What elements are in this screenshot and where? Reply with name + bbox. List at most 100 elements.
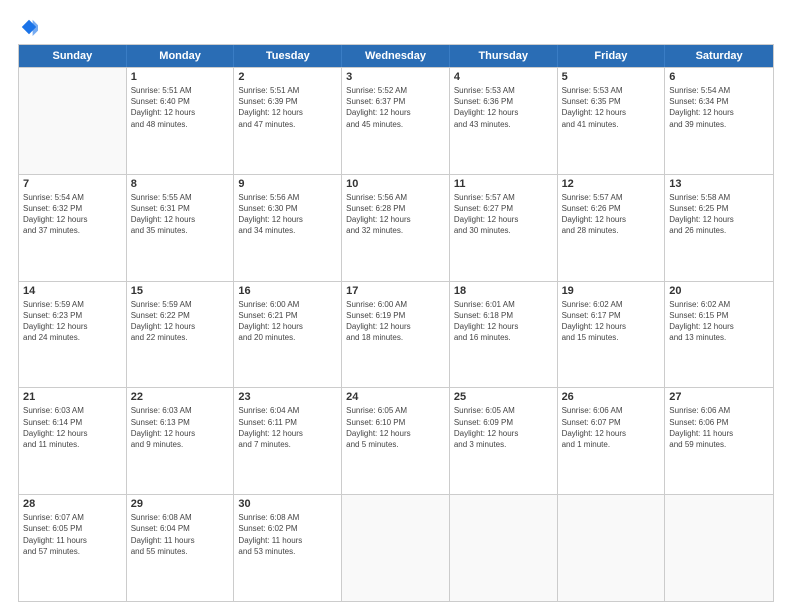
cell-info-line: Daylight: 12 hours <box>454 214 553 225</box>
cell-info-line: Sunset: 6:04 PM <box>131 523 230 534</box>
cell-info-line: and 16 minutes. <box>454 332 553 343</box>
calendar-cell: 24Sunrise: 6:05 AMSunset: 6:10 PMDayligh… <box>342 388 450 494</box>
cell-info-line: Sunrise: 5:54 AM <box>669 85 769 96</box>
cell-info-line: Daylight: 12 hours <box>562 214 661 225</box>
calendar-cell: 18Sunrise: 6:01 AMSunset: 6:18 PMDayligh… <box>450 282 558 388</box>
cell-info-line: and 18 minutes. <box>346 332 445 343</box>
cell-info-line: and 57 minutes. <box>23 546 122 557</box>
cell-info-line: Sunrise: 5:57 AM <box>454 192 553 203</box>
calendar-cell: 6Sunrise: 5:54 AMSunset: 6:34 PMDaylight… <box>665 68 773 174</box>
cell-info-line: Daylight: 12 hours <box>23 214 122 225</box>
day-number: 9 <box>238 178 337 190</box>
day-number: 10 <box>346 178 445 190</box>
calendar-cell: 17Sunrise: 6:00 AMSunset: 6:19 PMDayligh… <box>342 282 450 388</box>
cell-info-line: Daylight: 12 hours <box>238 107 337 118</box>
calendar-cell <box>558 495 666 601</box>
cell-info-line: Sunrise: 6:07 AM <box>23 512 122 523</box>
cell-info-line: Sunrise: 5:58 AM <box>669 192 769 203</box>
cell-info-line: and 48 minutes. <box>131 119 230 130</box>
cell-info-line: Sunrise: 5:57 AM <box>562 192 661 203</box>
cell-info-line: Sunset: 6:32 PM <box>23 203 122 214</box>
cell-info-line: Sunset: 6:37 PM <box>346 96 445 107</box>
calendar-cell: 13Sunrise: 5:58 AMSunset: 6:25 PMDayligh… <box>665 175 773 281</box>
cell-info-line: Daylight: 12 hours <box>131 428 230 439</box>
cell-info-line: Daylight: 11 hours <box>669 428 769 439</box>
day-number: 6 <box>669 71 769 83</box>
cell-info-line: Sunset: 6:19 PM <box>346 310 445 321</box>
calendar-week-2: 7Sunrise: 5:54 AMSunset: 6:32 PMDaylight… <box>19 174 773 281</box>
calendar-cell: 15Sunrise: 5:59 AMSunset: 6:22 PMDayligh… <box>127 282 235 388</box>
cell-info-line: Sunrise: 6:08 AM <box>238 512 337 523</box>
header-day-wednesday: Wednesday <box>342 45 450 67</box>
cell-info-line: Sunrise: 5:52 AM <box>346 85 445 96</box>
cell-info-line: Sunrise: 5:56 AM <box>346 192 445 203</box>
cell-info-line: Daylight: 12 hours <box>669 321 769 332</box>
cell-info-line: Daylight: 12 hours <box>346 107 445 118</box>
cell-info-line: Daylight: 12 hours <box>131 214 230 225</box>
cell-info-line: Sunrise: 5:53 AM <box>454 85 553 96</box>
cell-info-line: Daylight: 12 hours <box>669 107 769 118</box>
cell-info-line: and 26 minutes. <box>669 225 769 236</box>
calendar-cell: 25Sunrise: 6:05 AMSunset: 6:09 PMDayligh… <box>450 388 558 494</box>
calendar-cell: 29Sunrise: 6:08 AMSunset: 6:04 PMDayligh… <box>127 495 235 601</box>
calendar-cell <box>342 495 450 601</box>
cell-info-line: Sunrise: 5:54 AM <box>23 192 122 203</box>
header-day-monday: Monday <box>127 45 235 67</box>
cell-info-line: Sunset: 6:18 PM <box>454 310 553 321</box>
cell-info-line: Daylight: 12 hours <box>562 321 661 332</box>
cell-info-line: Daylight: 12 hours <box>454 321 553 332</box>
day-number: 26 <box>562 391 661 403</box>
calendar-cell: 2Sunrise: 5:51 AMSunset: 6:39 PMDaylight… <box>234 68 342 174</box>
calendar-cell: 28Sunrise: 6:07 AMSunset: 6:05 PMDayligh… <box>19 495 127 601</box>
header-day-saturday: Saturday <box>665 45 773 67</box>
cell-info-line: Sunset: 6:28 PM <box>346 203 445 214</box>
cell-info-line: and 5 minutes. <box>346 439 445 450</box>
cell-info-line: Sunrise: 6:00 AM <box>238 299 337 310</box>
day-number: 23 <box>238 391 337 403</box>
calendar-cell <box>665 495 773 601</box>
day-number: 11 <box>454 178 553 190</box>
day-number: 3 <box>346 71 445 83</box>
calendar-week-3: 14Sunrise: 5:59 AMSunset: 6:23 PMDayligh… <box>19 281 773 388</box>
cell-info-line: and 3 minutes. <box>454 439 553 450</box>
calendar-cell: 12Sunrise: 5:57 AMSunset: 6:26 PMDayligh… <box>558 175 666 281</box>
cell-info-line: Sunset: 6:31 PM <box>131 203 230 214</box>
cell-info-line: Sunset: 6:17 PM <box>562 310 661 321</box>
cell-info-line: Daylight: 12 hours <box>346 321 445 332</box>
day-number: 29 <box>131 498 230 510</box>
day-number: 27 <box>669 391 769 403</box>
cell-info-line: and 55 minutes. <box>131 546 230 557</box>
cell-info-line: Daylight: 12 hours <box>23 321 122 332</box>
calendar-cell: 30Sunrise: 6:08 AMSunset: 6:02 PMDayligh… <box>234 495 342 601</box>
day-number: 28 <box>23 498 122 510</box>
cell-info-line: and 41 minutes. <box>562 119 661 130</box>
cell-info-line: Sunset: 6:02 PM <box>238 523 337 534</box>
cell-info-line: Sunset: 6:40 PM <box>131 96 230 107</box>
cell-info-line: Sunrise: 5:51 AM <box>238 85 337 96</box>
day-number: 7 <box>23 178 122 190</box>
day-number: 18 <box>454 285 553 297</box>
cell-info-line: Sunrise: 6:05 AM <box>346 405 445 416</box>
cell-info-line: Daylight: 11 hours <box>23 535 122 546</box>
calendar-cell: 5Sunrise: 5:53 AMSunset: 6:35 PMDaylight… <box>558 68 666 174</box>
day-number: 16 <box>238 285 337 297</box>
cell-info-line: and 13 minutes. <box>669 332 769 343</box>
cell-info-line: Sunset: 6:39 PM <box>238 96 337 107</box>
calendar-cell: 16Sunrise: 6:00 AMSunset: 6:21 PMDayligh… <box>234 282 342 388</box>
cell-info-line: Sunrise: 6:05 AM <box>454 405 553 416</box>
cell-info-line: Sunrise: 5:59 AM <box>131 299 230 310</box>
logo-icon <box>20 18 38 36</box>
day-number: 5 <box>562 71 661 83</box>
cell-info-line: and 9 minutes. <box>131 439 230 450</box>
cell-info-line: Daylight: 12 hours <box>346 428 445 439</box>
day-number: 15 <box>131 285 230 297</box>
cell-info-line: and 28 minutes. <box>562 225 661 236</box>
calendar-cell: 21Sunrise: 6:03 AMSunset: 6:14 PMDayligh… <box>19 388 127 494</box>
day-number: 4 <box>454 71 553 83</box>
day-number: 24 <box>346 391 445 403</box>
calendar-header: SundayMondayTuesdayWednesdayThursdayFrid… <box>19 45 773 67</box>
cell-info-line: Daylight: 12 hours <box>238 428 337 439</box>
cell-info-line: and 59 minutes. <box>669 439 769 450</box>
cell-info-line: and 20 minutes. <box>238 332 337 343</box>
cell-info-line: and 43 minutes. <box>454 119 553 130</box>
